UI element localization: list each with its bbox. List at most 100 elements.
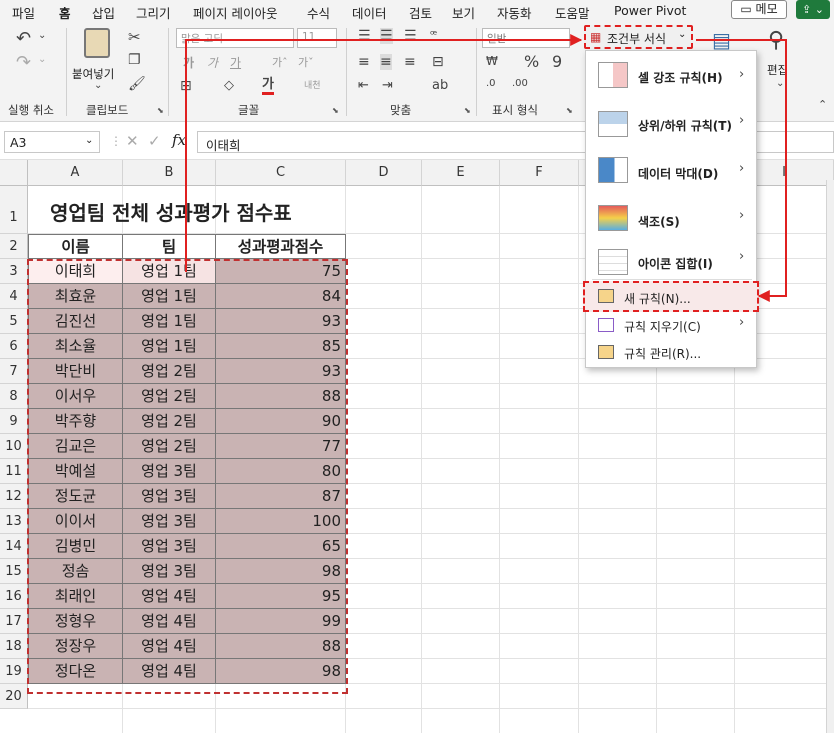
cell-name[interactable]: 정다온	[28, 659, 123, 684]
enter-icon[interactable]: ✓	[148, 132, 161, 150]
paste-dropdown-icon[interactable]: ⌄	[94, 80, 102, 91]
tab-power-pivot[interactable]: Power Pivot	[614, 3, 686, 18]
paste-icon[interactable]	[84, 28, 110, 58]
cell-score[interactable]: 95	[216, 584, 346, 609]
cell-score[interactable]: 90	[216, 409, 346, 434]
row-header[interactable]: 3	[0, 259, 28, 284]
cell-score[interactable]: 88	[216, 384, 346, 409]
row-header[interactable]: 20	[0, 684, 28, 709]
share-button[interactable]: ⇪ ⌄	[796, 0, 830, 19]
cell-team[interactable]: 영업 4팀	[123, 584, 216, 609]
cell-team[interactable]: 영업 2팀	[123, 434, 216, 459]
tab-page-layout[interactable]: 페이지 레이아웃	[193, 3, 277, 22]
cell-team[interactable]: 영업 3팀	[123, 484, 216, 509]
cell-team[interactable]: 영업 2팀	[123, 384, 216, 409]
cell-score[interactable]: 88	[216, 634, 346, 659]
cell-name[interactable]: 박예설	[28, 459, 123, 484]
menu-item-clear-rules[interactable]: 규칙 지우기(C) ›	[586, 313, 756, 339]
menu-item-highlight-cells[interactable]: 셀 강조 규칙(H) ›	[586, 59, 756, 107]
cell-score[interactable]: 65	[216, 534, 346, 559]
row-header[interactable]: 7	[0, 359, 28, 384]
cell-name[interactable]: 정도균	[28, 484, 123, 509]
search-icon[interactable]: ⚲	[768, 28, 784, 53]
copy-icon[interactable]: ❐	[128, 52, 141, 68]
cell-team[interactable]: 영업 3팀	[123, 534, 216, 559]
cell-name[interactable]: 박주향	[28, 409, 123, 434]
font-launcher-icon[interactable]: ⬊	[332, 106, 339, 115]
format-painter-icon[interactable]: 🖌	[128, 76, 146, 92]
row-header[interactable]: 18	[0, 634, 28, 659]
cell-score[interactable]: 85	[216, 334, 346, 359]
cell-team[interactable]: 영업 1팀	[123, 309, 216, 334]
menu-item-color-scales[interactable]: 색조(S) ›	[586, 203, 756, 251]
row-header[interactable]: 16	[0, 584, 28, 609]
column-header[interactable]: F	[500, 160, 579, 186]
row-header[interactable]: 15	[0, 559, 28, 584]
percent-icon[interactable]: %	[524, 52, 539, 71]
cell-name[interactable]: 정장우	[28, 634, 123, 659]
decrease-decimal-icon[interactable]: .00	[512, 78, 528, 89]
more-options-icon[interactable]: ⋮	[110, 134, 122, 148]
column-header[interactable]: A	[28, 160, 123, 186]
cut-icon[interactable]: ✂	[128, 28, 141, 46]
number-launcher-icon[interactable]: ⬊	[566, 106, 573, 115]
merge-center-icon[interactable]: ⊟	[432, 54, 444, 70]
cell-name[interactable]: 이태희	[28, 259, 123, 284]
tab-review[interactable]: 검토	[409, 3, 432, 22]
bold-icon[interactable]: 가	[183, 54, 194, 71]
row-header[interactable]: 11	[0, 459, 28, 484]
redo-dropdown-icon[interactable]: ⌄	[38, 54, 46, 65]
sheet-title[interactable]: 영업팀 전체 성과평가 점수표	[50, 197, 292, 226]
align-bottom-icon[interactable]: ☰	[404, 28, 417, 44]
alignment-launcher-icon[interactable]: ⬊	[464, 106, 471, 115]
cell-name[interactable]: 박단비	[28, 359, 123, 384]
cell-team[interactable]: 영업 1팀	[123, 284, 216, 309]
column-header[interactable]: E	[422, 160, 500, 186]
align-right-icon[interactable]: ≡	[404, 54, 416, 70]
cell-name[interactable]: 김병민	[28, 534, 123, 559]
row-header[interactable]: 6	[0, 334, 28, 359]
decrease-indent-icon[interactable]: ⇤	[358, 78, 369, 93]
cell-name[interactable]: 최효윤	[28, 284, 123, 309]
header-score[interactable]: 성과평과점수	[216, 234, 346, 259]
align-middle-icon[interactable]: ☰	[380, 28, 393, 44]
collapse-ribbon-icon[interactable]: ⌃	[818, 98, 827, 111]
cell-score[interactable]: 77	[216, 434, 346, 459]
tab-view[interactable]: 보기	[452, 3, 475, 22]
tab-file[interactable]: 파일	[12, 3, 35, 22]
cell-score[interactable]: 84	[216, 284, 346, 309]
align-left-icon[interactable]: ≡	[358, 54, 370, 70]
cell-score[interactable]: 100	[216, 509, 346, 534]
borders-icon[interactable]: ⊞	[180, 78, 192, 94]
cell-team[interactable]: 영업 4팀	[123, 659, 216, 684]
cell-name[interactable]: 이서우	[28, 384, 123, 409]
cell-team[interactable]: 영업 3팀	[123, 509, 216, 534]
increase-font-icon[interactable]: 가ˆ	[272, 54, 288, 70]
name-box[interactable]: A3 ⌄	[4, 131, 100, 153]
comma-style-icon[interactable]: 9	[552, 52, 562, 71]
insert-function-icon[interactable]: fx	[172, 131, 186, 149]
row-header[interactable]: 4	[0, 284, 28, 309]
cell-score[interactable]: 87	[216, 484, 346, 509]
row-header[interactable]: 17	[0, 609, 28, 634]
cell-team[interactable]: 영업 1팀	[123, 259, 216, 284]
tab-data[interactable]: 데이터	[352, 3, 387, 22]
number-format-input[interactable]: 일반	[482, 28, 570, 48]
increase-decimal-icon[interactable]: .0	[486, 78, 496, 89]
font-size-input[interactable]: 11	[297, 28, 337, 48]
phonetic-icon[interactable]: 내천	[304, 78, 321, 91]
cell-score[interactable]: 75	[216, 259, 346, 284]
column-header[interactable]: D	[346, 160, 422, 186]
cell-team[interactable]: 영업 2팀	[123, 359, 216, 384]
increase-indent-icon[interactable]: ⇥	[382, 78, 393, 93]
cell-team[interactable]: 영업 4팀	[123, 609, 216, 634]
row-header[interactable]: 19	[0, 659, 28, 684]
cell-team[interactable]: 영업 3팀	[123, 459, 216, 484]
column-header[interactable]: B	[123, 160, 216, 186]
font-color-icon[interactable]: 가	[262, 78, 274, 95]
tab-formulas[interactable]: 수식	[307, 3, 330, 22]
memo-button[interactable]: ▭ 메모	[731, 0, 787, 19]
header-team[interactable]: 팀	[123, 234, 216, 259]
cell-name[interactable]: 김교은	[28, 434, 123, 459]
tab-help[interactable]: 도움말	[555, 3, 590, 22]
